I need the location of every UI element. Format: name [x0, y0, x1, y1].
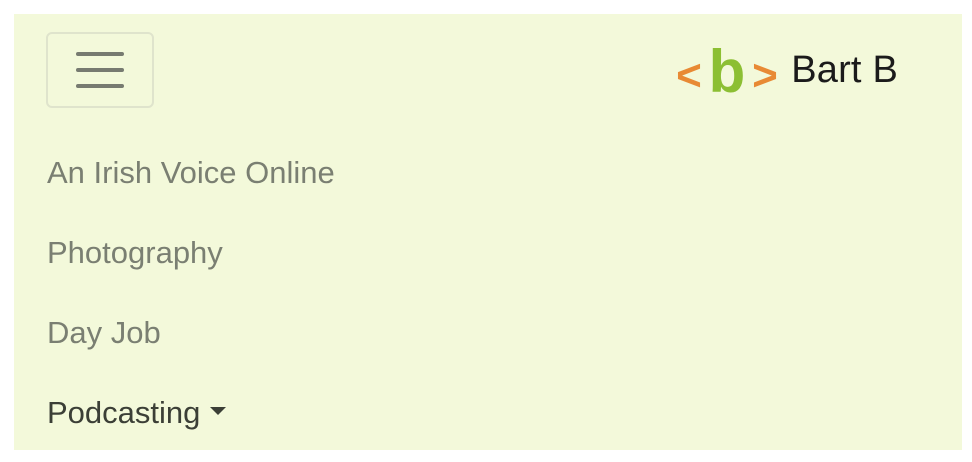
nav-list: An Irish Voice Online Photography Day Jo…	[47, 134, 647, 454]
navbar-toggler-button[interactable]	[46, 32, 154, 108]
nav-link-an-irish-voice-online[interactable]: An Irish Voice Online	[47, 157, 335, 188]
brand-logo-right-bracket: >	[752, 51, 778, 100]
navbar: < b > Bart B An Irish Voice Online Photo…	[14, 14, 962, 450]
nav-item-day-job: Day Job	[47, 294, 647, 374]
nav-link-photography[interactable]: Photography	[47, 237, 223, 268]
nav-item-podcasting: Podcasting	[47, 374, 647, 454]
caret-down-icon	[210, 407, 227, 416]
hamburger-menu-icon-bar-middle	[76, 68, 124, 72]
hamburger-menu-icon-bar-bottom	[76, 84, 124, 88]
brand-logo-icon: < b >	[676, 42, 778, 104]
brand-logo-letter: b	[709, 42, 746, 104]
hamburger-menu-icon-bar-top	[76, 52, 124, 56]
brand-link[interactable]: < b > Bart B	[673, 42, 898, 104]
brand-name: Bart B	[791, 49, 898, 91]
nav-link-podcasting-label: Podcasting	[47, 394, 201, 430]
nav-item-an-irish-voice-online: An Irish Voice Online	[47, 134, 647, 214]
brand-logo-left-bracket: <	[676, 51, 702, 100]
nav-item-photography: Photography	[47, 214, 647, 294]
nav-link-day-job[interactable]: Day Job	[47, 317, 161, 348]
nav-dropdown-podcasting[interactable]: Podcasting	[47, 394, 227, 430]
